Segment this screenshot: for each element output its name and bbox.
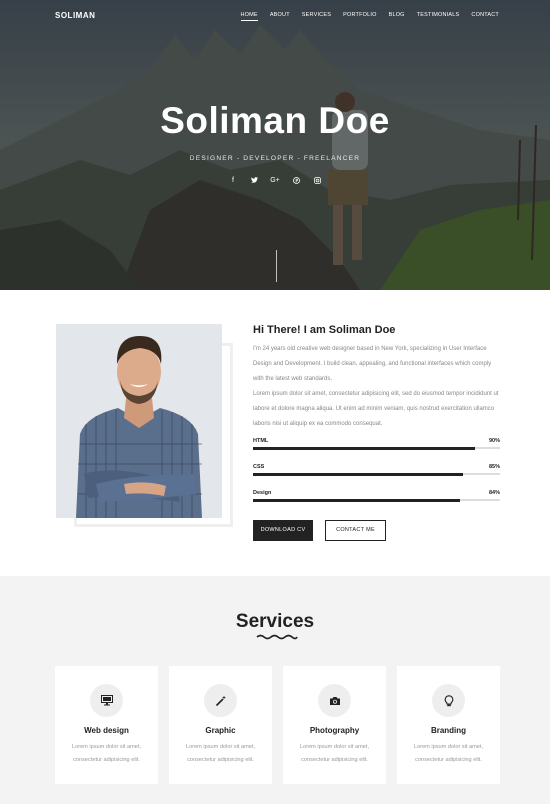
contact-me-button[interactable]: CONTACT ME	[325, 520, 386, 541]
nav-item-blog[interactable]: BLOG	[389, 12, 405, 21]
scroll-indicator[interactable]	[276, 250, 277, 282]
service-card-web-design[interactable]: Web design Lorem ipsum dolor sit amet, c…	[55, 666, 158, 784]
service-card-photography[interactable]: Photography Lorem ipsum dolor sit amet, …	[283, 666, 386, 784]
skill-css: CSS 85%	[253, 464, 500, 478]
service-card-graphic[interactable]: Graphic Lorem ipsum dolor sit amet, cons…	[169, 666, 272, 784]
skill-design: Design 84%	[253, 490, 500, 504]
nav-item-portfolio[interactable]: PORTFOLIO	[343, 12, 376, 21]
services-heading: Services	[235, 611, 315, 632]
wave-divider-icon	[256, 634, 298, 640]
about-section: Hi There! I am Soliman Doe I'm 24 years …	[0, 290, 550, 576]
twitter-icon[interactable]	[249, 177, 259, 186]
skill-name: Design	[253, 490, 272, 496]
about-intro-text: I'm 24 years old creative web designer b…	[253, 346, 492, 382]
service-description: Lorem ipsum dolor sit amet, consectetur …	[299, 744, 369, 763]
skill-html: HTML 90%	[253, 438, 500, 452]
nav-item-about[interactable]: ABOUT	[270, 12, 290, 21]
skill-percent: 85%	[488, 464, 500, 470]
camera-icon	[318, 684, 351, 717]
hero-overlay	[0, 0, 550, 290]
service-title: Web design	[84, 726, 129, 735]
lightbulb-icon	[432, 684, 465, 717]
hero-title: Soliman Doe	[160, 100, 390, 141]
nav-item-services[interactable]: SERVICES	[302, 12, 331, 21]
service-description: Lorem ipsum dolor sit amet, consectetur …	[71, 744, 141, 763]
service-title: Graphic	[205, 726, 236, 735]
brand-logo[interactable]: SOLIMAN	[55, 11, 95, 20]
service-description: Lorem ipsum dolor sit amet, consectetur …	[185, 744, 255, 763]
skill-bar-fill	[253, 446, 476, 450]
skill-name: CSS	[253, 464, 265, 470]
skill-bar-fill	[253, 498, 461, 502]
magic-wand-icon	[204, 684, 237, 717]
pinterest-icon[interactable]	[291, 177, 301, 186]
service-description: Lorem ipsum dolor sit amet, consectetur …	[413, 744, 483, 763]
about-body-text: Lorem ipsum dolor sit amet, consectetur …	[253, 391, 499, 427]
skill-percent: 84%	[488, 490, 500, 496]
monitor-icon	[90, 684, 123, 717]
social-links: f G+	[0, 177, 550, 186]
skill-percent: 90%	[488, 438, 500, 444]
service-card-branding[interactable]: Branding Lorem ipsum dolor sit amet, con…	[397, 666, 500, 784]
nav-item-home[interactable]: HOME	[240, 12, 258, 21]
nav-item-contact[interactable]: CONTACT	[471, 12, 499, 21]
nav-item-testimonials[interactable]: TESTIMONIALS	[417, 12, 460, 21]
download-cv-button[interactable]: DOWNLOAD CV	[253, 520, 313, 541]
skill-bar-fill	[253, 472, 463, 476]
instagram-icon[interactable]	[312, 177, 322, 186]
profile-photo	[56, 324, 222, 518]
hero-section: SOLIMAN HOME ABOUT SERVICES PORTFOLIO BL…	[0, 0, 550, 290]
about-heading: Hi There! I am Soliman Doe	[253, 324, 396, 336]
facebook-icon[interactable]: f	[228, 177, 238, 186]
google-plus-icon[interactable]: G+	[270, 177, 280, 186]
skill-name: HTML	[253, 438, 269, 444]
service-title: Photography	[309, 726, 360, 735]
top-navbar: SOLIMAN HOME ABOUT SERVICES PORTFOLIO BL…	[0, 0, 550, 32]
hero-subtitle: DESIGNER - DEVELOPER - FREELANCER	[189, 155, 361, 162]
nav-menu: HOME ABOUT SERVICES PORTFOLIO BLOG TESTI…	[240, 12, 500, 21]
services-section: Services Web design Lorem ipsum dolor si…	[0, 576, 550, 804]
service-title: Branding	[430, 726, 467, 735]
